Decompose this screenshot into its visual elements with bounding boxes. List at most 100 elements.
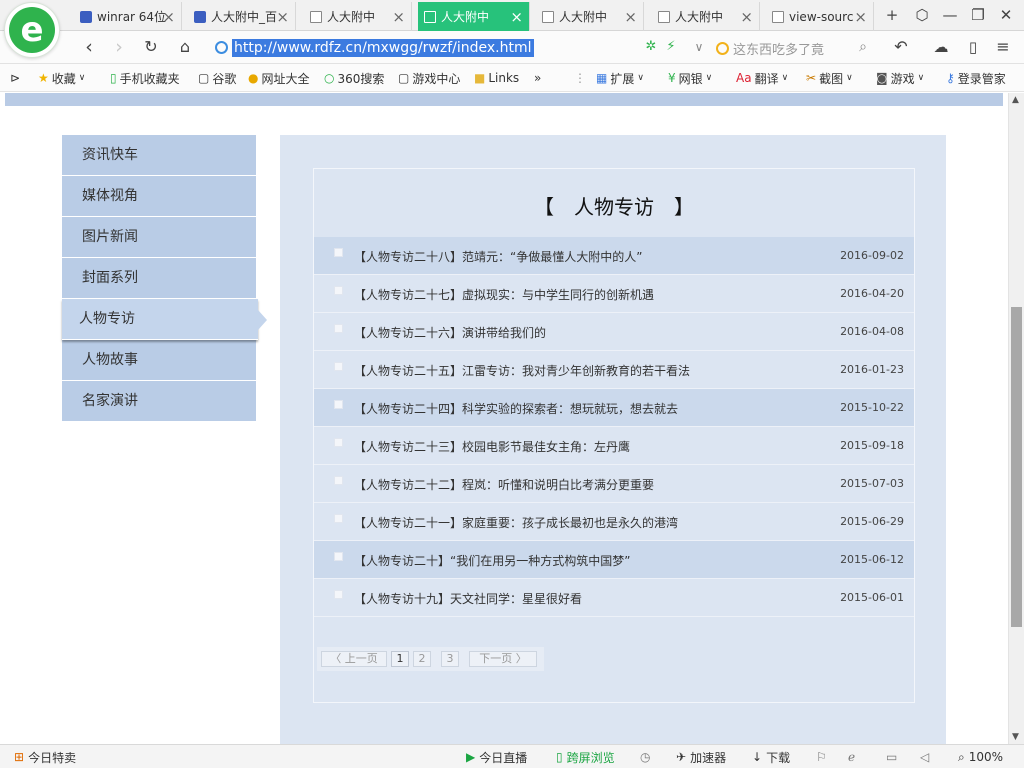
tab-view-source[interactable]: view-sourc ×	[766, 2, 874, 31]
scroll-down-icon[interactable]: ▼	[1012, 732, 1019, 742]
search-icon[interactable]: ⌕	[852, 36, 874, 58]
url-dropdown-icon[interactable]: ∨	[688, 36, 710, 58]
cloud-icon[interactable]: ☁	[930, 36, 952, 58]
list-item[interactable]: 【人物专访十九】天文社同学：星星很好看 2015-06-01	[314, 579, 914, 617]
page-scrollbar[interactable]: ▲ ▼	[1008, 93, 1024, 744]
sidebar-toggle-icon[interactable]: ⊳	[10, 70, 20, 86]
article-title-link[interactable]: 【人物专访二十七】虚拟现实：与中学生同行的创新机遇	[354, 286, 654, 303]
tab-rdfz-4[interactable]: 人大附中 ×	[652, 2, 760, 31]
article-title-link[interactable]: 【人物专访二十五】江雷专访：我对青少年创新教育的若干看法	[354, 362, 690, 379]
page-number-3[interactable]: 3	[441, 651, 459, 667]
tab-rdfz-active[interactable]: 人大附中 ×	[418, 2, 530, 31]
sidebar-item-media-view[interactable]: 媒体视角	[62, 176, 256, 217]
tab-rdfz-3[interactable]: 人大附中 ×	[536, 2, 644, 31]
rocket-icon: ✈	[676, 750, 687, 764]
address-bar[interactable]: http://www.rdfz.cn/mxwgg/rwzf/index.html	[208, 35, 638, 60]
more-bookmarks-icon[interactable]: »	[534, 70, 541, 86]
bookmark-mobile[interactable]: ▯ 手机收藏夹	[110, 70, 180, 86]
bookmark-links[interactable]: ■ Links	[474, 70, 519, 86]
sound-icon[interactable]: ◁	[920, 748, 929, 766]
article-title-link[interactable]: 【人物专访二十三】校园电影节最佳女主角：左丹鹰	[354, 438, 630, 455]
sidebar-item-cover-series[interactable]: 封面系列	[62, 258, 256, 299]
window-icon[interactable]: ▭	[886, 748, 897, 766]
skin-shirt-icon[interactable]: ⬡	[910, 4, 934, 26]
bookmark-games[interactable]: ▢ 游戏中心	[398, 70, 460, 86]
close-icon[interactable]: ×	[624, 8, 637, 26]
list-item[interactable]: 【人物专访二十二】程岚：听懂和说明白比考满分更重要 2015-07-03	[314, 465, 914, 503]
back-icon[interactable]: ‹	[78, 36, 100, 58]
tool-login-manager[interactable]: ⚷ 登录管家	[946, 70, 1006, 86]
tab-rdfz-1[interactable]: 人大附中 ×	[304, 2, 412, 31]
reload-icon[interactable]: ↻	[140, 36, 162, 58]
article-title-link[interactable]: 【人物专访二十四】科学实验的探索者：想玩就玩，想去就去	[354, 400, 678, 417]
home-icon[interactable]: ⌂	[174, 36, 196, 58]
close-icon[interactable]: ×	[276, 8, 289, 26]
live-stream-link[interactable]: ▶ 今日直播	[466, 748, 527, 766]
tab-winrar[interactable]: winrar 64位 ×	[74, 2, 182, 31]
article-title-link[interactable]: 【人物专访二十八】范靖元：“争做最懂人大附中的人”	[354, 248, 642, 265]
list-item[interactable]: 【人物专访二十】“我们在用另一种方式构筑中国梦” 2015-06-12	[314, 541, 914, 579]
article-title-link[interactable]: 【人物专访二十】“我们在用另一种方式构筑中国梦”	[354, 552, 630, 569]
list-item[interactable]: 【人物专访二十一】家庭重要：孩子成长最初也是永久的港湾 2015-06-29	[314, 503, 914, 541]
close-icon[interactable]: ×	[854, 8, 867, 26]
list-item[interactable]: 【人物专访二十四】科学实验的探索者：想玩就玩，想去就去 2015-10-22	[314, 389, 914, 427]
next-page-button[interactable]: 下一页 〉	[469, 651, 537, 667]
daily-deals-link[interactable]: ⊞ 今日特卖	[14, 748, 76, 766]
tool-games[interactable]: ◙ 游戏 ∨	[876, 70, 924, 86]
security-shield-icon[interactable]: ✲	[640, 36, 662, 58]
bookmark-360-search[interactable]: ○ 360搜索	[324, 70, 384, 86]
list-item[interactable]: 【人物专访二十七】虚拟现实：与中学生同行的创新机遇 2016-04-20	[314, 275, 914, 313]
menu-icon[interactable]: ≡	[992, 36, 1014, 58]
download-link[interactable]: ↓ 下载	[752, 748, 790, 766]
article-title-link[interactable]: 【人物专访二十一】家庭重要：孩子成长最初也是永久的港湾	[354, 514, 678, 531]
browser-logo-icon[interactable]: e	[4, 2, 60, 58]
search-box[interactable]: 这东西吃多了竟	[716, 37, 872, 59]
tool-screenshot[interactable]: ✂ 截图 ∨	[806, 70, 853, 86]
sidebar-item-news-express[interactable]: 资讯快车	[62, 135, 256, 176]
tool-extensions[interactable]: ▦ 扩展 ∨	[596, 70, 644, 86]
new-tab-icon[interactable]: +	[880, 4, 904, 26]
bookmark-hao[interactable]: ● 网址大全	[248, 70, 310, 86]
article-title-link[interactable]: 【人物专访二十二】程岚：听懂和说明白比考满分更重要	[354, 476, 654, 493]
sidebar-item-photo-news[interactable]: 图片新闻	[62, 217, 256, 258]
mobile-icon[interactable]: ▯	[962, 36, 984, 58]
tool-ebank[interactable]: ¥ 网银 ∨	[668, 70, 712, 86]
page-number-2[interactable]: 2	[413, 651, 431, 667]
zoom-control[interactable]: ⌕ 100%	[958, 748, 1003, 766]
sidebar-item-stories[interactable]: 人物故事	[62, 340, 256, 381]
forward-icon[interactable]: ›	[108, 36, 130, 58]
close-icon[interactable]: ×	[162, 8, 175, 26]
minimize-icon[interactable]: —	[938, 4, 962, 26]
sidebar-item-speeches[interactable]: 名家演讲	[62, 381, 256, 422]
close-icon[interactable]: ×	[392, 8, 405, 26]
ie-icon[interactable]: ℯ	[848, 748, 855, 766]
article-title-link[interactable]: 【人物专访二十六】演讲带给我们的	[354, 324, 546, 341]
article-title-link[interactable]: 【人物专访十九】天文社同学：星星很好看	[354, 590, 582, 607]
list-item[interactable]: 【人物专访二十三】校园电影节最佳女主角：左丹鹰 2015-09-18	[314, 427, 914, 465]
search-placeholder[interactable]: 这东西吃多了竟	[733, 39, 824, 58]
undo-icon[interactable]: ↶	[890, 36, 912, 58]
address-url[interactable]: http://www.rdfz.cn/mxwgg/rwzf/index.html	[232, 38, 534, 57]
speed-bolt-icon[interactable]: ⚡	[660, 36, 682, 58]
list-item[interactable]: 【人物专访二十六】演讲带给我们的 2016-04-08	[314, 313, 914, 351]
close-icon[interactable]: ×	[740, 8, 753, 26]
kebab-icon[interactable]: ⋮	[574, 70, 586, 86]
scroll-thumb[interactable]	[1011, 307, 1022, 627]
list-item[interactable]: 【人物专访二十五】江雷专访：我对青少年创新教育的若干看法 2016-01-23	[314, 351, 914, 389]
sidebar-item-interviews[interactable]: 人物专访	[62, 299, 267, 340]
scroll-up-icon[interactable]: ▲	[1012, 95, 1019, 105]
flag-icon[interactable]: ⚐	[816, 748, 827, 766]
page-number-1[interactable]: 1	[391, 651, 409, 667]
list-item[interactable]: 【人物专访二十八】范靖元：“争做最懂人大附中的人” 2016-09-02	[314, 237, 914, 275]
close-icon[interactable]: ×	[510, 8, 523, 26]
restore-icon[interactable]: ❐	[966, 4, 990, 26]
prev-page-button[interactable]: 〈 上一页	[321, 651, 387, 667]
window-close-icon[interactable]: ✕	[994, 4, 1018, 26]
tool-translate[interactable]: Aa 翻译 ∨	[736, 70, 788, 86]
bookmark-google[interactable]: ▢ 谷歌	[198, 70, 236, 86]
cross-screen-link[interactable]: ▯ 跨屏浏览	[556, 748, 615, 766]
accelerator-link[interactable]: ✈ 加速器	[676, 748, 726, 766]
bookmark-favorites[interactable]: ★ 收藏 ∨	[38, 70, 85, 86]
tab-rdfz-baidu[interactable]: 人大附中_百 ×	[188, 2, 296, 31]
speed-dial-icon[interactable]: ◷	[640, 748, 650, 766]
